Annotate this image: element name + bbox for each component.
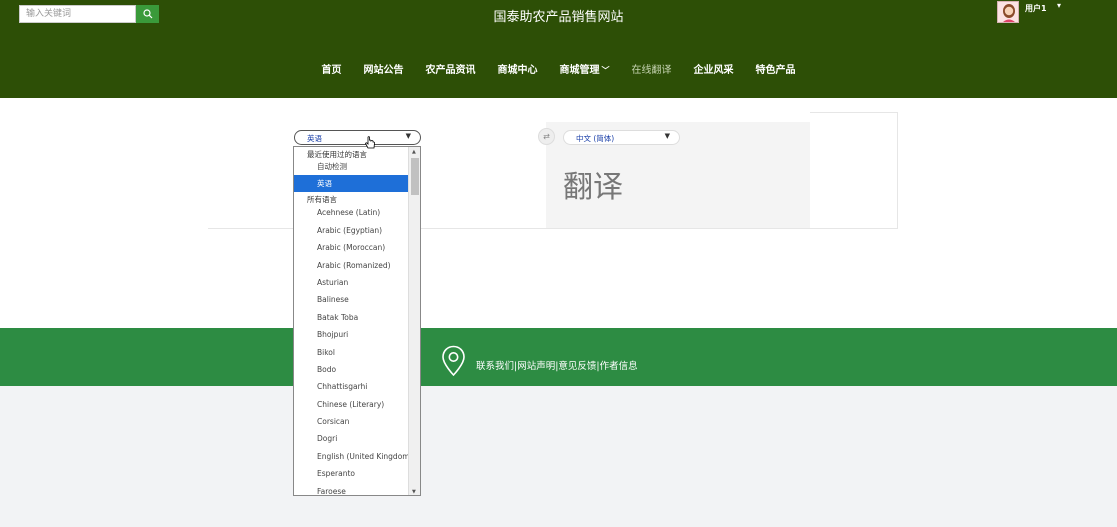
dropdown-option[interactable]: Arabic (Romanized) bbox=[294, 257, 420, 274]
translation-output: 翻译 bbox=[563, 170, 623, 205]
dropdown-option[interactable]: Corsican bbox=[294, 413, 420, 430]
dropdown-option[interactable]: Asturian bbox=[294, 274, 420, 291]
divider bbox=[897, 112, 898, 229]
site-footer: 联系我们|网站声明|意见反馈|作者信息 bbox=[0, 328, 1117, 386]
site-title: 国泰助农产品销售网站 bbox=[493, 10, 624, 25]
dropdown-option[interactable]: Bodo bbox=[294, 361, 420, 378]
caret-down-icon: ▼ bbox=[664, 132, 670, 140]
dropdown-group-recent: 最近使用过的语言 bbox=[307, 150, 367, 159]
dropdown-option-selected[interactable]: 英语 bbox=[294, 175, 420, 193]
hand-cursor-icon bbox=[364, 136, 376, 153]
chevron-down-icon: ﹀ bbox=[601, 65, 610, 75]
dropdown-option[interactable]: Chhattisgarhi bbox=[294, 378, 420, 395]
target-language-label: 中文 (简体) bbox=[576, 134, 615, 143]
nav-item-featured-products[interactable]: 特色产品 bbox=[756, 61, 796, 76]
user-name[interactable]: 用户1 bbox=[1025, 3, 1047, 14]
dropdown-option[interactable]: Chinese (Literary) bbox=[294, 396, 420, 413]
scroll-down-icon[interactable]: ▼ bbox=[412, 489, 416, 495]
dropdown-option[interactable]: Faroese bbox=[294, 483, 420, 495]
dropdown-option[interactable]: Bhojpuri bbox=[294, 326, 420, 343]
source-language-select[interactable]: 英语 ▼ bbox=[294, 130, 421, 145]
dropdown-option[interactable]: Balinese bbox=[294, 291, 420, 308]
dropdown-option[interactable]: Batak Toba bbox=[294, 309, 420, 326]
nav-item-mall-management[interactable]: 商城管理 ﹀ bbox=[560, 61, 610, 76]
dropdown-option[interactable]: Dogri bbox=[294, 430, 420, 447]
nav-item-company[interactable]: 企业风采 bbox=[694, 61, 734, 76]
dropdown-option[interactable]: Esperanto bbox=[294, 465, 420, 482]
nav-item-announcements[interactable]: 网站公告 bbox=[364, 61, 404, 76]
avatar[interactable] bbox=[997, 1, 1019, 23]
main-nav: 首页 网站公告 农产品资讯 商城中心 商城管理 ﹀ 在线翻译 企业风采 特色产品 bbox=[0, 61, 1117, 76]
footer-links[interactable]: 联系我们|网站声明|意见反馈|作者信息 bbox=[476, 358, 638, 372]
dropdown-group-all: 所有语言 bbox=[307, 195, 337, 205]
nav-label: 商城管理 bbox=[559, 65, 600, 76]
language-dropdown[interactable]: 最近使用过的语言 自动检测 英语 所有语言 Acehnese (Latin) A… bbox=[293, 146, 421, 496]
dropdown-option[interactable]: 自动检测 bbox=[294, 159, 420, 175]
nav-item-mall-center[interactable]: 商城中心 bbox=[498, 61, 538, 76]
divider bbox=[810, 112, 898, 113]
scroll-up-icon[interactable]: ▲ bbox=[412, 149, 416, 155]
site-header: 输入关键词 国泰助农产品销售网站 用户1 ▾ 首页 网站公告 农产品资讯 商城中… bbox=[0, 0, 1117, 98]
swap-languages-button[interactable]: ⇄ bbox=[538, 128, 555, 145]
dropdown-option[interactable]: English (United Kingdom) bbox=[294, 448, 420, 465]
nav-item-news[interactable]: 农产品资讯 bbox=[426, 61, 476, 76]
nav-item-online-translate[interactable]: 在线翻译 bbox=[632, 61, 672, 76]
source-language-label: 英语 bbox=[307, 134, 322, 143]
dropdown-option[interactable]: Acehnese (Latin) bbox=[294, 204, 420, 221]
location-pin-icon bbox=[442, 345, 465, 377]
nav-item-home[interactable]: 首页 bbox=[322, 61, 342, 76]
caret-down-icon: ▼ bbox=[405, 132, 411, 140]
scrollbar-thumb[interactable] bbox=[411, 158, 419, 195]
dropdown-option[interactable]: Arabic (Moroccan) bbox=[294, 239, 420, 256]
dropdown-scrollbar[interactable]: ▲ ▼ bbox=[408, 147, 420, 495]
target-pane: 中文 (简体) ▼ 翻译 bbox=[546, 122, 810, 228]
dropdown-option[interactable]: Bikol bbox=[294, 344, 420, 361]
caret-down-icon[interactable]: ▾ bbox=[1057, 1, 1061, 10]
target-language-select[interactable]: 中文 (简体) ▼ bbox=[563, 130, 680, 145]
dropdown-option[interactable]: Arabic (Egyptian) bbox=[294, 222, 420, 239]
content-area: 英语 ▼ 中文 (简体) ▼ 翻译 ⇄ bbox=[0, 98, 1117, 328]
